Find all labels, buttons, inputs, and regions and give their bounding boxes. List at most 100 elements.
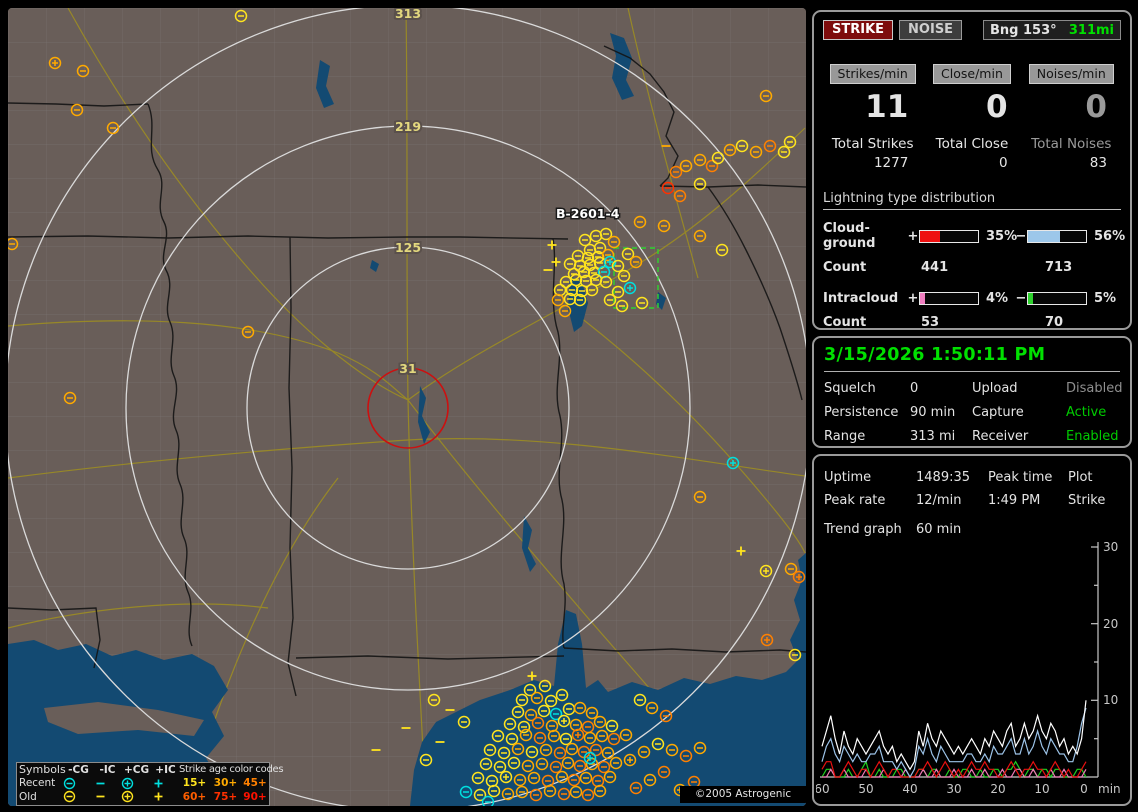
- plot-label: Plot: [1068, 470, 1093, 485]
- copyright-notice: ©2005 Astrogenic Systems: [680, 786, 806, 806]
- receiver-label: Receiver: [972, 429, 1029, 444]
- trend-x-labels: 60 50 40 30 20 10 0: [816, 782, 1088, 796]
- x-tick-50: 50: [858, 782, 873, 796]
- bearing-distance-value: 311mi: [1068, 22, 1114, 38]
- cg-negative-bar: [1027, 229, 1087, 243]
- strike-counters-panel: STRIKE NOISE Bng 153° 311mi Strikes/min …: [812, 10, 1132, 330]
- total-strikes-value: 1277: [873, 155, 909, 171]
- strike-mode-button[interactable]: STRIKE: [823, 20, 894, 40]
- minus-sign: −: [1015, 291, 1027, 306]
- plot-mode-value: Strike: [1068, 493, 1106, 508]
- bearing-value: Bng 153°: [990, 22, 1057, 38]
- ring-label-31: 31: [399, 361, 416, 376]
- ic-negative-bar: [1027, 292, 1087, 305]
- receiver-status: Enabled: [1066, 429, 1119, 444]
- stats-row: Uptime 1489:35 Peak time Plot: [824, 470, 1120, 485]
- ic-negative-count: 70: [1045, 315, 1064, 330]
- upload-status: Disabled: [1066, 381, 1123, 396]
- age-code-75: 75+: [213, 790, 238, 803]
- status-row: Persistence 90 min Capture Active: [824, 405, 1120, 420]
- cg-pos-recent-icon: [121, 777, 152, 790]
- distribution-title: Lightning type distribution: [823, 191, 1121, 210]
- close-rate-value: 0: [986, 89, 1008, 125]
- cg-negative-count: 713: [1045, 260, 1073, 275]
- range-value: 313 mi: [910, 429, 956, 444]
- trend-series-lines: [821, 700, 1087, 779]
- ic-pos-recent-icon: [152, 777, 179, 790]
- status-row: Squelch 0 Upload Disabled: [824, 381, 1123, 396]
- y-tick-30: 30: [1103, 540, 1118, 554]
- legend-old-label: Old: [19, 790, 37, 803]
- map-legend: Symbols -CG -IC +CG +IC Strike age color…: [16, 762, 284, 806]
- age-code-15: 15+: [182, 777, 207, 790]
- trend-y-ticks: [1091, 546, 1098, 740]
- squelch-value: 0: [910, 381, 919, 396]
- age-code-30: 30+: [213, 777, 238, 790]
- uptime-label: Uptime: [824, 470, 872, 485]
- total-close-label: Total Close: [935, 136, 1009, 152]
- cg-positive-pct: 35%: [986, 228, 1018, 244]
- peak-time-label: Peak time: [988, 470, 1053, 485]
- status-panel: 3/15/2026 1:50:11 PM Squelch 0 Upload Di…: [812, 336, 1132, 448]
- capture-status: Active: [1066, 405, 1107, 420]
- strikes-per-min-badge: Strikes/min: [829, 64, 916, 84]
- y-tick-10: 10: [1103, 693, 1118, 707]
- close-counter-column: Close/min 0 Total Close 0: [922, 64, 1021, 171]
- noise-mode-button[interactable]: NOISE: [899, 20, 963, 40]
- storm-cell-label: B-2601-4: [556, 206, 620, 221]
- cg-pos-old-icon: [121, 790, 152, 803]
- trend-line-cloud-ground-neg: [821, 707, 1087, 779]
- rate-counters: Strikes/min 11 Total Strikes 1277 Close/…: [823, 64, 1121, 171]
- age-code-60: 60+: [182, 790, 207, 803]
- ic-neg-recent-icon: [94, 777, 121, 790]
- squelch-label: Squelch: [824, 381, 876, 396]
- age-code-90: 90+: [243, 790, 267, 803]
- peak-rate-value: 12/min: [916, 493, 962, 508]
- intracloud-row: Intracloud + 4% − 5%: [823, 291, 1121, 306]
- map-view[interactable]: 313 219 125 31 B-2601-4 Symbols -CG -IC …: [8, 8, 806, 806]
- x-tick-40: 40: [902, 782, 917, 796]
- cloud-ground-count-row: Count 441 713: [823, 260, 1121, 275]
- noises-counter-column: Noises/min 0 Total Noises 83: [1022, 64, 1121, 171]
- ic-negative-pct: 5%: [1094, 291, 1117, 306]
- ring-label-313: 313: [395, 8, 421, 21]
- mode-button-row: STRIKE NOISE Bng 153° 311mi: [823, 20, 1121, 40]
- cloud-ground-row: Cloud-ground + 35% − 56%: [823, 221, 1126, 251]
- range-label: Range: [824, 429, 866, 444]
- peak-time-value: 1:49 PM: [988, 493, 1041, 508]
- x-tick-60: 60: [816, 782, 830, 796]
- total-strikes-label: Total Strikes: [831, 136, 914, 152]
- trend-line-total-strikes: [821, 700, 1087, 771]
- cg-negative-pct: 56%: [1094, 228, 1126, 244]
- y-tick-20: 20: [1103, 617, 1118, 631]
- uptime-value: 1489:35: [916, 470, 971, 485]
- minus-sign: −: [1015, 228, 1027, 244]
- map-canvas: 313 219 125 31 B-2601-4: [8, 8, 806, 806]
- plus-sign: +: [907, 291, 919, 306]
- persistence-label: Persistence: [824, 405, 899, 420]
- x-axis-unit: min: [1098, 782, 1121, 796]
- strikes-counter-column: Strikes/min 11 Total Strikes 1277: [823, 64, 922, 171]
- status-row: Range 313 mi Receiver Enabled: [824, 429, 1120, 444]
- persistence-value: 90 min: [910, 405, 956, 420]
- cg-positive-count: 441: [921, 260, 949, 275]
- ring-label-125: 125: [395, 240, 421, 255]
- noises-rate-value: 0: [1085, 89, 1107, 125]
- peak-rate-label: Peak rate: [824, 493, 886, 508]
- nexstorm-app-window: 313 219 125 31 B-2601-4 Symbols -CG -IC …: [0, 0, 1138, 812]
- legend-recent-label: Recent: [19, 777, 56, 790]
- ic-count-label: Count: [823, 315, 867, 330]
- cg-neg-recent-icon: [63, 777, 94, 790]
- bearing-readout: Bng 153° 311mi: [983, 20, 1121, 40]
- upload-label: Upload: [972, 381, 1018, 396]
- ic-neg-old-icon: [94, 790, 121, 803]
- current-datetime: 3/15/2026 1:50:11 PM: [824, 342, 1120, 372]
- cg-neg-old-icon: [63, 790, 94, 803]
- legend-col-ic-pos: +IC: [155, 763, 176, 776]
- legend-col-cg-pos: +CG: [123, 763, 150, 776]
- total-close-value: 0: [999, 155, 1008, 171]
- total-noises-label: Total Noises: [1031, 136, 1112, 152]
- cg-count-label: Count: [823, 260, 867, 275]
- plus-sign: +: [907, 228, 919, 244]
- noises-per-min-badge: Noises/min: [1028, 64, 1114, 84]
